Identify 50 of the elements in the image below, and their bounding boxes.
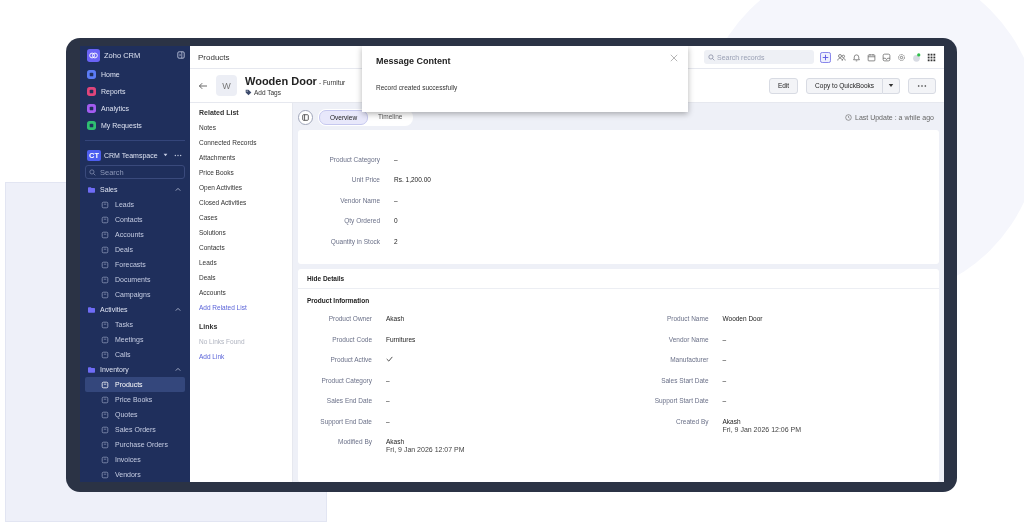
more-button[interactable] [908,77,936,94]
square-icon [101,320,109,329]
clock-icon [845,113,852,121]
square-icon [101,410,109,419]
folder-icon [88,306,95,313]
caret-icon[interactable] [162,153,168,158]
square-icon [101,200,109,209]
settings-icon[interactable] [897,52,906,62]
tag-icon [245,89,252,96]
square-icon [101,230,109,239]
square-icon [101,470,109,479]
record-name: Wooden Door [245,75,317,87]
folder-icon [88,186,95,193]
avatar-icon[interactable] [912,52,921,62]
folder-icon [88,366,95,373]
search-icon [89,169,96,176]
square-icon [101,275,109,284]
square-icon [101,290,109,299]
square-icon [101,215,109,224]
logo-icon [87,48,100,62]
people-icon[interactable] [837,52,846,62]
square-icon [101,350,109,359]
more-icon[interactable] [174,153,182,157]
page-title: Products [198,52,230,62]
inbox-icon[interactable] [882,52,891,62]
add-icon[interactable] [820,51,831,63]
caret-icon [888,83,894,88]
square-icon [101,260,109,269]
bell-icon[interactable] [852,52,861,62]
chevron-icon[interactable] [175,307,181,312]
square-icon [101,380,109,389]
panel-toggle-icon[interactable] [298,109,313,125]
back-arrow-icon[interactable] [198,81,208,90]
more-icon [917,83,927,88]
square-icon [101,440,109,449]
collapse-icon[interactable] [177,51,185,60]
popup-title: Message Content [376,56,451,66]
chevron-icon[interactable] [175,367,181,372]
square-icon [101,425,109,434]
dropdown-button[interactable] [883,77,900,94]
close-icon[interactable] [670,54,678,62]
apps-grid-icon[interactable] [927,52,936,62]
square-icon [101,245,109,254]
search-icon [708,53,715,61]
square-icon [101,335,109,344]
chevron-icon[interactable] [175,187,181,192]
record-avatar: W [216,75,237,96]
square-icon [101,395,109,404]
square-icon [101,455,109,464]
calendar-icon[interactable] [867,52,876,62]
